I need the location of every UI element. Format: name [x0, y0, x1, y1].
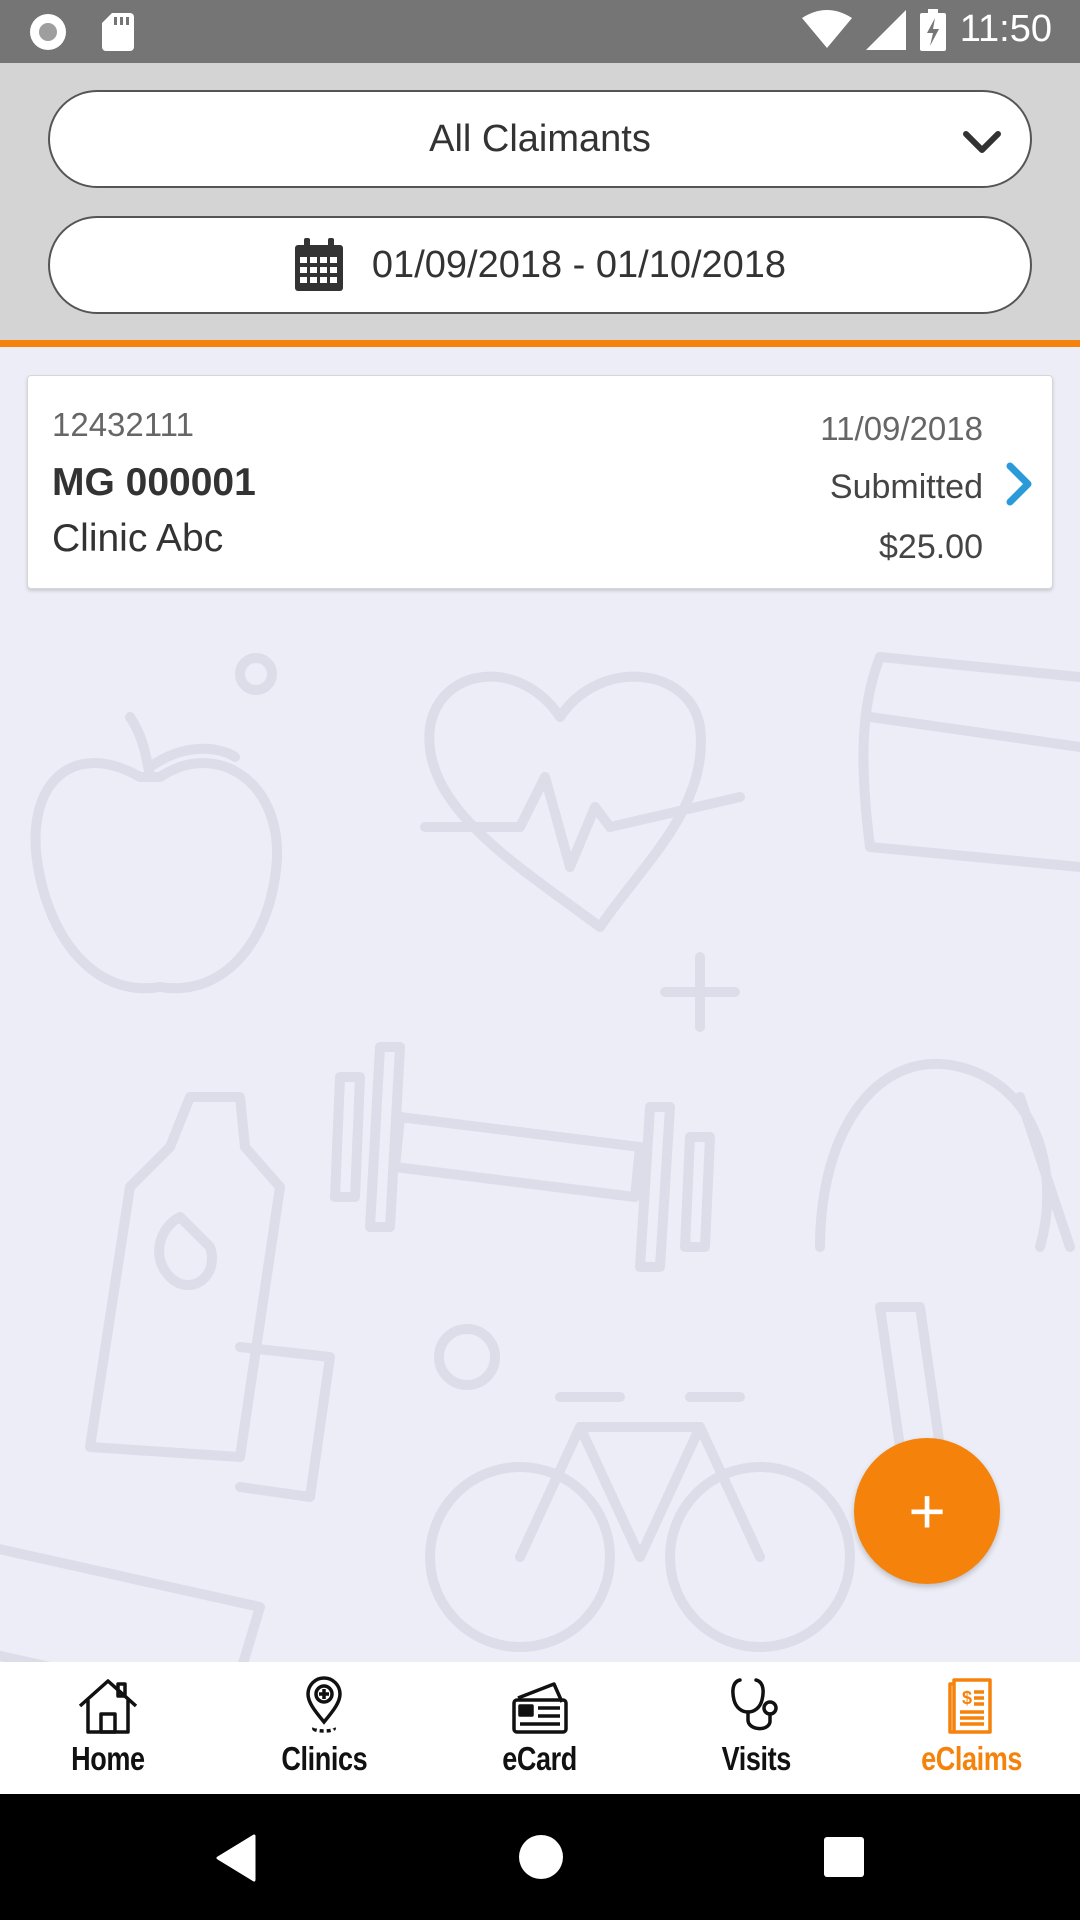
system-nav-bar — [0, 1794, 1080, 1920]
claim-number: 12432111 — [52, 406, 194, 443]
tab-home-label: Home — [71, 1740, 145, 1777]
tab-visits[interactable]: Visits — [648, 1662, 864, 1794]
claim-clinic: Clinic Abc — [52, 517, 224, 560]
apple-illustration — [30, 712, 282, 994]
scale-illustration — [858, 652, 1080, 872]
wifi-icon — [801, 9, 852, 48]
plus-illustration — [660, 952, 740, 1032]
signal-icon — [865, 9, 906, 50]
eclaims-icon: $ — [948, 1678, 992, 1734]
recents-icon[interactable] — [824, 1837, 864, 1877]
tab-home[interactable]: Home — [0, 1662, 216, 1794]
heart-illustration — [420, 671, 745, 932]
dumbbell-illustration — [330, 1042, 715, 1272]
back-icon[interactable] — [214, 1834, 258, 1882]
tab-eclaims-label: eClaims — [921, 1740, 1023, 1777]
status-bar: 11:50 — [0, 0, 1080, 63]
claim-code: MG 000001 — [52, 461, 256, 504]
bottom-tab-bar: Home Clinics eCard Visits $ eClaims — [0, 1662, 1080, 1794]
svg-text:$: $ — [962, 1688, 972, 1708]
tab-clinics[interactable]: Clinics — [216, 1662, 432, 1794]
date-range-label: 01/09/2018 - 01/10/2018 — [371, 243, 787, 286]
stethoscope-icon — [731, 1678, 778, 1731]
tab-eclaims[interactable]: $ eClaims — [864, 1662, 1080, 1794]
plus-icon: + — [908, 1475, 946, 1547]
map-pin-icon — [306, 1676, 342, 1733]
tab-ecard-label: eCard — [502, 1740, 578, 1777]
tab-visits-label: Visits — [721, 1740, 791, 1777]
sd-card-icon — [102, 13, 134, 51]
chevron-down-icon — [963, 131, 1001, 153]
calendar-icon — [294, 238, 343, 291]
ecard-icon — [512, 1682, 568, 1734]
claimant-selected-label: All Claimants — [429, 117, 651, 160]
status-time: 11:50 — [959, 8, 1052, 50]
chevron-right-icon[interactable] — [1004, 462, 1034, 506]
claimant-dropdown[interactable]: All Claimants — [48, 90, 1032, 188]
home-nav-icon[interactable] — [519, 1835, 563, 1879]
record-icon — [30, 14, 66, 50]
claim-card[interactable]: 12432111 MG 000001 Clinic Abc 11/09/2018… — [27, 375, 1053, 589]
tablet-illustration — [0, 1544, 265, 1662]
tab-clinics-label: Clinics — [281, 1740, 367, 1777]
filter-header: All Claimants 01/09/2018 - 01/10/2018 — [0, 63, 1080, 340]
small-circle-illustration — [235, 653, 277, 695]
bottle-illustration — [85, 1092, 335, 1502]
claim-status: Submitted — [829, 468, 983, 506]
ring-illustration — [434, 1324, 500, 1390]
bicycle-illustration — [425, 1392, 855, 1652]
stopwatch-illustration — [815, 1058, 1075, 1452]
claim-amount: $25.00 — [879, 528, 983, 566]
tab-ecard[interactable]: eCard — [432, 1662, 648, 1794]
date-range-picker[interactable]: 01/09/2018 - 01/10/2018 — [48, 216, 1032, 314]
claim-date: 11/09/2018 — [820, 410, 983, 447]
header-divider — [0, 340, 1080, 347]
add-claim-button[interactable]: + — [854, 1438, 1000, 1584]
battery-charging-icon — [919, 8, 946, 51]
home-icon — [78, 1679, 138, 1734]
